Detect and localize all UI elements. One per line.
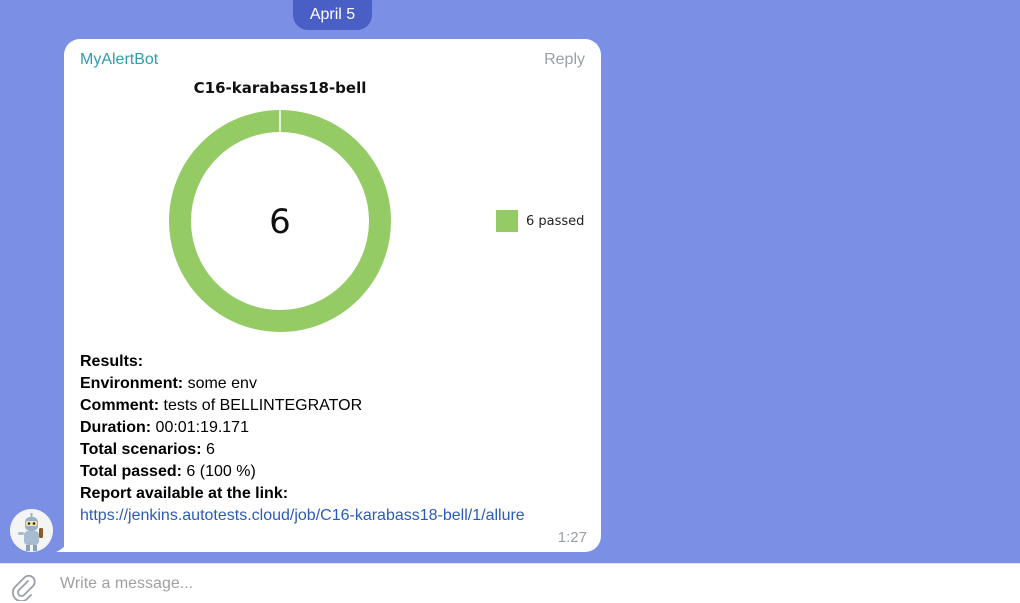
- sender-name[interactable]: MyAlertBot: [80, 51, 158, 69]
- message-time: 1:27: [557, 529, 587, 546]
- robot-avatar[interactable]: [10, 509, 53, 552]
- message-bubble: MyAlertBot Reply C16-karabass18-bell 6 6…: [64, 39, 601, 552]
- donut-chart: C16-karabass18-bell 6 6 passed: [169, 79, 584, 332]
- report-link[interactable]: https://jenkins.autotests.cloud/job/C16-…: [80, 507, 525, 524]
- message-composer: [0, 563, 1020, 603]
- field-total-scenarios: Total scenarios: 6: [80, 441, 215, 458]
- legend-swatch: [496, 210, 518, 232]
- legend-label: 6 passed: [526, 214, 584, 229]
- results-heading: Results:: [80, 353, 144, 370]
- message-input[interactable]: [60, 570, 960, 598]
- reply-button[interactable]: Reply: [544, 51, 585, 69]
- chart-center-label: 6: [269, 202, 291, 242]
- report-label: Report available at the link:: [80, 485, 289, 502]
- field-duration: Duration: 00:01:19.171: [80, 419, 249, 436]
- chart-title: C16-karabass18-bell: [194, 79, 367, 97]
- field-comment: Comment: tests of BELLINTEGRATOR: [80, 397, 363, 414]
- field-total-passed: Total passed: 6 (100 %): [80, 463, 256, 480]
- date-separator: April 5: [293, 0, 372, 30]
- paperclip-icon[interactable]: [11, 575, 37, 601]
- field-environment: Environment: some env: [80, 375, 257, 392]
- bubble-tail: [56, 537, 72, 552]
- results-info: Results: Environment: some env Comment: …: [80, 351, 590, 527]
